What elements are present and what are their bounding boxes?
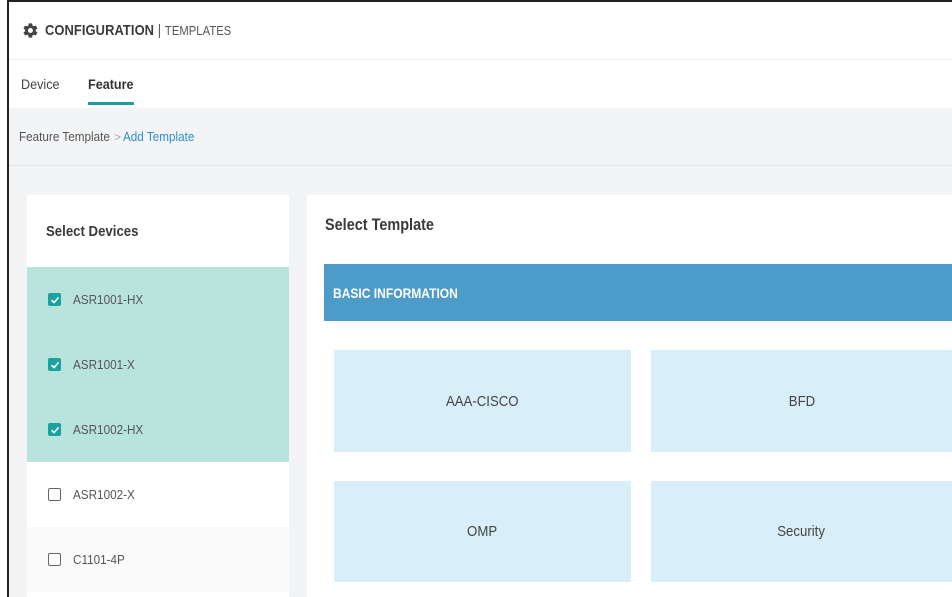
device-row-asr1002-hx[interactable]: ASR1002-HX bbox=[27, 397, 289, 462]
device-row-c1101-4p[interactable]: C1101-4P bbox=[27, 527, 289, 592]
select-devices-title: Select Devices bbox=[27, 195, 289, 267]
template-tile-label: AAA-CISCO bbox=[446, 392, 519, 410]
template-tile-label: OMP bbox=[467, 523, 498, 540]
breadcrumb-separator: > bbox=[113, 129, 121, 144]
device-label: ASR1002-HX bbox=[73, 422, 144, 437]
checkbox-unchecked-icon[interactable] bbox=[48, 553, 61, 566]
tab-feature[interactable]: Feature bbox=[87, 76, 134, 105]
tab-device[interactable]: Device bbox=[21, 76, 60, 102]
checkbox-checked-icon[interactable] bbox=[48, 423, 61, 436]
page-title: CONFIGURATION | TEMPLATES bbox=[45, 22, 231, 39]
template-tile-omp[interactable]: OMP bbox=[334, 481, 631, 582]
gear-icon bbox=[22, 22, 39, 39]
checkbox-checked-icon[interactable] bbox=[48, 358, 61, 371]
select-template-title: Select Template bbox=[325, 215, 434, 234]
device-row-asr1001-hx[interactable]: ASR1001-HX bbox=[27, 267, 289, 332]
checkbox-checked-icon[interactable] bbox=[48, 293, 61, 306]
breadcrumb: Feature Template > Add Template bbox=[9, 108, 952, 166]
breadcrumb-add-template: Add Template bbox=[122, 129, 195, 144]
template-tile-bfd[interactable]: BFD bbox=[651, 350, 952, 452]
template-tile-label: Security bbox=[777, 523, 826, 540]
device-label: ASR1001-HX bbox=[73, 292, 144, 307]
title-main-text: CONFIGURATION bbox=[45, 22, 155, 39]
basic-information-label: BASIC INFORMATION bbox=[333, 284, 458, 301]
title-separator: | bbox=[157, 22, 162, 39]
template-tile-security[interactable]: Security bbox=[651, 481, 952, 582]
device-row-asr1001-x[interactable]: ASR1001-X bbox=[27, 332, 289, 397]
app-header: CONFIGURATION | TEMPLATES bbox=[9, 2, 952, 60]
basic-information-header[interactable]: BASIC INFORMATION bbox=[324, 264, 952, 321]
title-subtitle: TEMPLATES bbox=[164, 23, 232, 38]
select-devices-title-text: Select Devices bbox=[46, 222, 139, 240]
breadcrumb-feature-template[interactable]: Feature Template bbox=[19, 129, 110, 144]
device-label: ASR1001-X bbox=[73, 357, 135, 372]
select-devices-panel: Select Devices ASR1001-HX ASR1001-X ASR1… bbox=[27, 195, 289, 597]
device-row-asr1002-x[interactable]: ASR1002-X bbox=[27, 462, 289, 527]
device-label: ASR1002-X bbox=[73, 487, 135, 502]
tab-bar: Device Feature bbox=[9, 60, 952, 108]
device-label: C1101-4P bbox=[73, 552, 125, 567]
template-tile-label: BFD bbox=[788, 392, 815, 410]
checkbox-unchecked-icon[interactable] bbox=[48, 488, 61, 501]
template-tile-aaa-cisco[interactable]: AAA-CISCO bbox=[334, 350, 631, 452]
select-template-panel: Select Template BASIC INFORMATION AAA-CI… bbox=[307, 195, 952, 597]
